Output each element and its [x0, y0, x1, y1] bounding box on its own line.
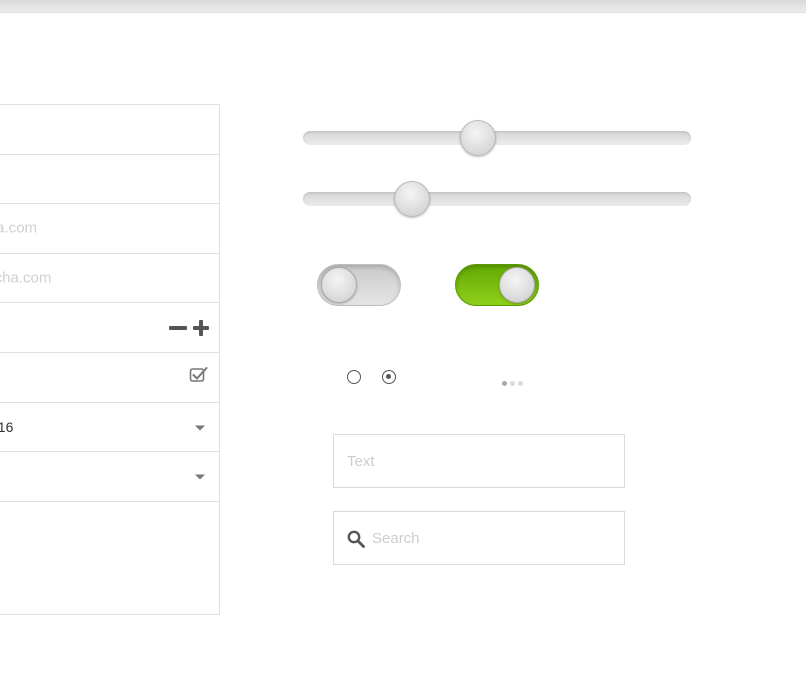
form-row-url[interactable]: encha.com — [0, 254, 219, 304]
toggle-on[interactable] — [455, 264, 539, 306]
radio-checked[interactable] — [382, 370, 396, 384]
slider-track-1[interactable] — [303, 120, 691, 156]
search-field — [333, 511, 625, 565]
toggle-knob[interactable] — [321, 267, 357, 303]
url-field-placeholder: encha.com — [0, 269, 52, 287]
window-top-bar — [0, 0, 806, 13]
form-row-name[interactable]: y — [0, 105, 219, 155]
carousel-dot[interactable] — [502, 381, 507, 386]
search-input[interactable] — [372, 512, 612, 564]
form-row-textarea[interactable] — [0, 502, 219, 616]
search-icon — [347, 530, 365, 553]
toggle-off[interactable] — [317, 264, 401, 306]
carousel-dot[interactable] — [510, 381, 515, 386]
carousel-indicator — [502, 381, 523, 386]
plus-icon[interactable] — [193, 319, 209, 336]
form-row-email[interactable]: ncha.com — [0, 204, 219, 254]
form-row-date[interactable]: 016 — [0, 403, 219, 453]
chevron-down-icon[interactable] — [195, 425, 205, 431]
number-stepper[interactable] — [169, 319, 209, 336]
radio-unchecked[interactable] — [347, 370, 361, 384]
slider-track-2[interactable] — [303, 181, 691, 217]
form-row-number — [0, 303, 219, 353]
form-panel: y ncha.com encha.com 016 — [0, 104, 220, 615]
form-row-password[interactable] — [0, 155, 219, 205]
checkbox-checked-icon[interactable] — [189, 366, 209, 389]
minus-icon[interactable] — [169, 325, 187, 330]
slider-thumb-1[interactable] — [459, 120, 496, 156]
form-row-select[interactable] — [0, 452, 219, 502]
toggle-knob[interactable] — [499, 267, 535, 303]
carousel-dot[interactable] — [518, 381, 523, 386]
date-field-value: 016 — [0, 418, 14, 435]
form-row-checkbox — [0, 353, 219, 403]
text-field — [333, 434, 625, 488]
slider-thumb-2[interactable] — [393, 181, 430, 217]
email-field-placeholder: ncha.com — [0, 219, 38, 237]
chevron-down-icon[interactable] — [195, 474, 205, 480]
text-input[interactable] — [347, 435, 607, 487]
